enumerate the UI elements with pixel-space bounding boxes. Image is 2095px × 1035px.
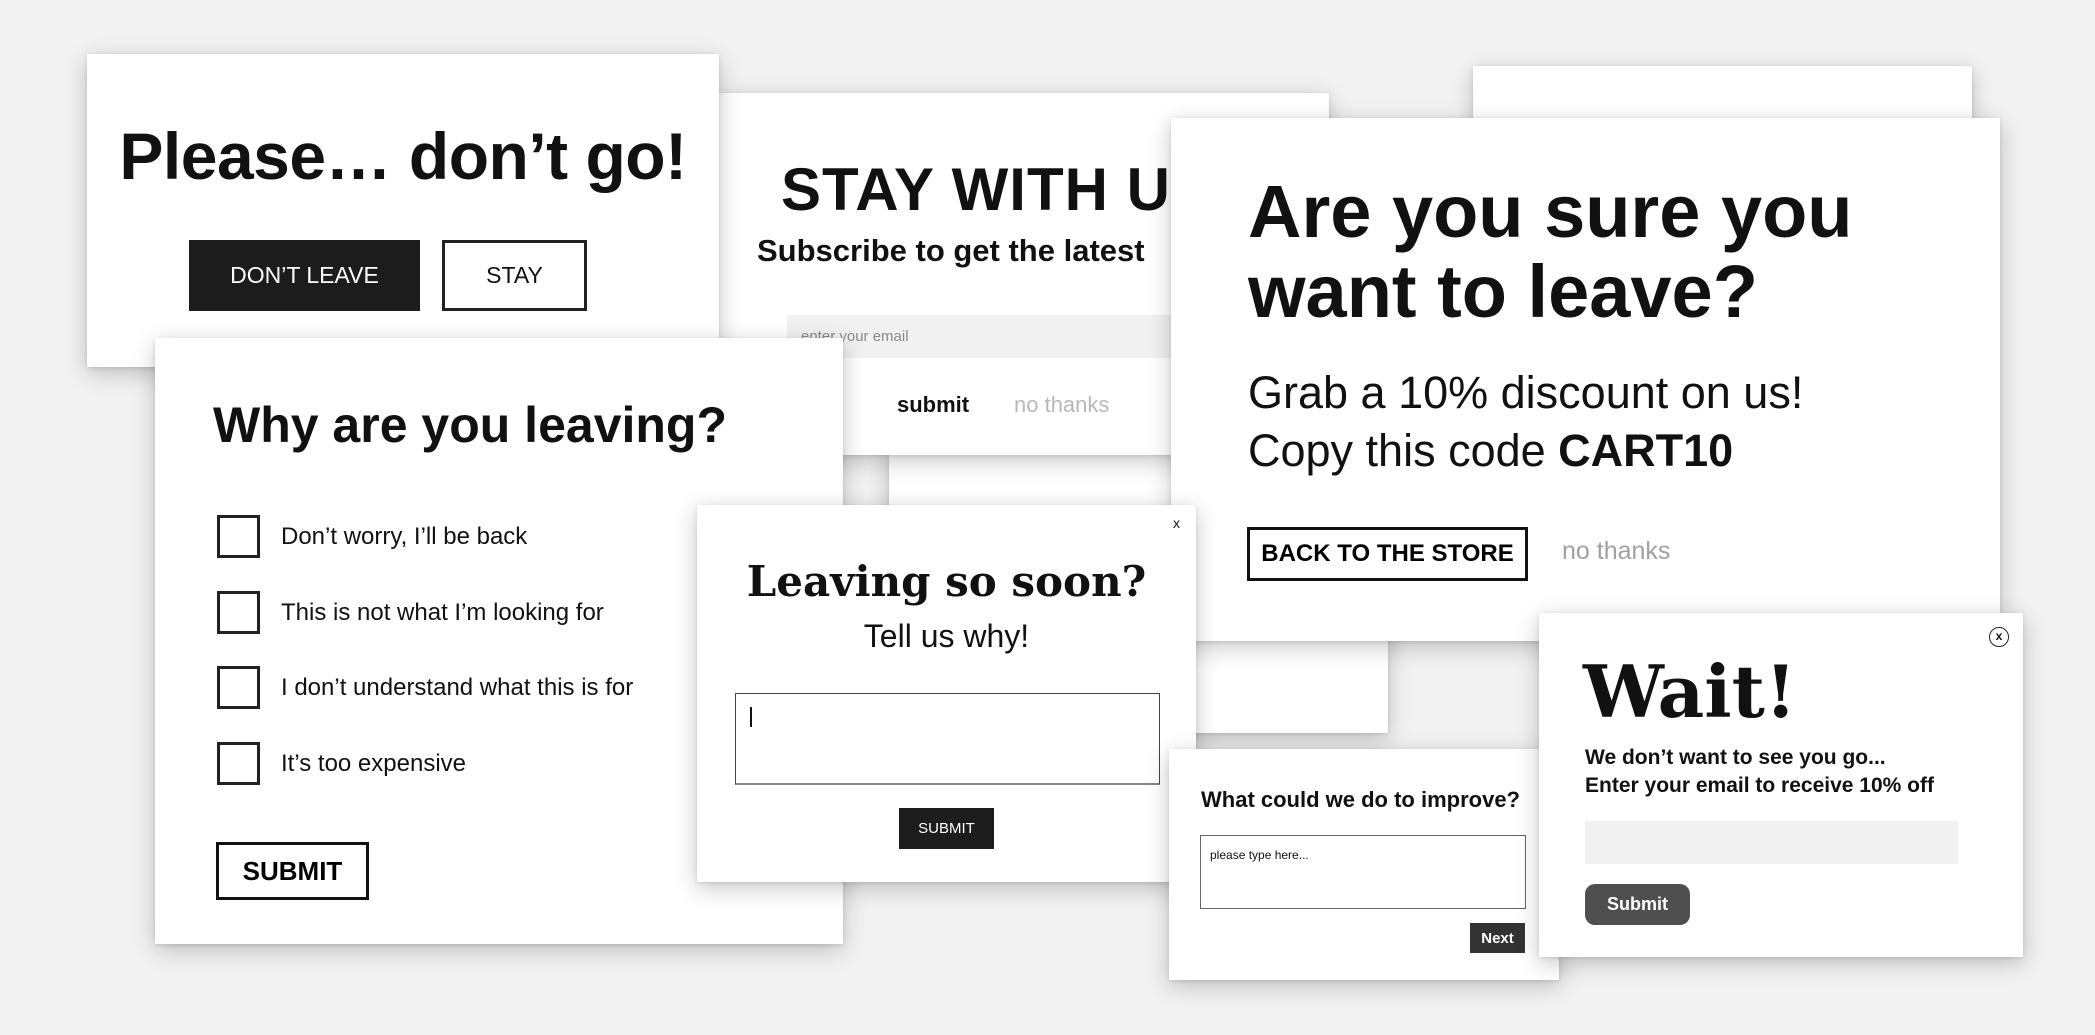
no-thanks-link[interactable]: no thanks — [1562, 537, 1670, 566]
reason-option[interactable]: It’s too expensive — [217, 742, 466, 785]
close-circle-icon[interactable]: x — [1989, 627, 2009, 647]
next-button[interactable]: Next — [1470, 923, 1525, 953]
reason-option[interactable]: This is not what I’m looking for — [217, 591, 604, 634]
reason-checkbox[interactable] — [217, 515, 260, 558]
popup-title: Wait! — [1583, 649, 1797, 734]
close-icon[interactable]: x — [1173, 515, 1180, 531]
reason-label: This is not what I’m looking for — [281, 598, 604, 626]
popup-title: What could we do to improve? — [1201, 787, 1520, 812]
reason-option[interactable]: I don’t understand what this is for — [217, 666, 633, 709]
popup-title: Please… don’t go! — [119, 119, 687, 193]
stay-button[interactable]: STAY — [442, 240, 587, 311]
leaving-so-soon-popup: x Leaving so soon? Tell us why! SUBMIT — [697, 505, 1196, 882]
title-line: Are you sure you — [1248, 170, 1853, 253]
feedback-textarea[interactable] — [735, 693, 1160, 785]
reason-label: Don’t worry, I’ll be back — [281, 522, 528, 550]
discount-code: CART10 — [1558, 425, 1734, 476]
text-cursor — [750, 707, 752, 727]
are-you-sure-popup: Are you sure you want to leave? Grab a 1… — [1171, 118, 2000, 641]
email-input[interactable] — [1585, 821, 1958, 864]
offer-line: Copy this code CART10 — [1248, 422, 1803, 480]
offer-prefix: Copy this code — [1248, 425, 1559, 476]
discount-offer: Grab a 10% discount on us! Copy this cod… — [1248, 364, 1803, 480]
reason-option[interactable]: Don’t worry, I’ll be back — [217, 515, 527, 558]
offer-line: Grab a 10% discount on us! — [1248, 367, 1804, 418]
improve-feedback-popup: x What could we do to improve? Next — [1169, 749, 1559, 980]
wait-popup: x Wait! We don’t want to see you go... E… — [1539, 613, 2023, 957]
reason-checkbox[interactable] — [217, 666, 260, 709]
popup-subtitle: Tell us why! — [863, 618, 1030, 654]
submit-button[interactable]: SUBMIT — [899, 808, 994, 849]
improve-textarea[interactable] — [1200, 835, 1526, 909]
popup-title: Why are you leaving? — [213, 397, 728, 453]
reason-checkbox[interactable] — [217, 742, 260, 785]
reason-checkbox[interactable] — [217, 591, 260, 634]
please-dont-go-popup: Please… don’t go! DON’T LEAVE STAY — [87, 54, 719, 367]
popup-subtitle: Subscribe to get the latest — [757, 233, 1145, 268]
submit-button[interactable]: Submit — [1585, 884, 1690, 925]
popup-title: STAY WITH US — [781, 156, 1212, 223]
dont-leave-button[interactable]: DON’T LEAVE — [189, 240, 420, 311]
background-popup-card — [1473, 66, 1972, 126]
reason-label: It’s too expensive — [281, 749, 467, 777]
title-line: want to leave? — [1248, 250, 1758, 333]
popup-title: Are you sure you want to leave? — [1248, 172, 1853, 332]
submit-button[interactable]: SUBMIT — [216, 842, 369, 900]
back-to-store-button[interactable]: BACK TO THE STORE — [1247, 527, 1528, 581]
submit-link[interactable]: submit — [897, 392, 969, 418]
popup-message: We don’t want to see you go... — [1585, 746, 1886, 769]
popup-title: Leaving so soon? — [746, 557, 1147, 606]
popup-message: Enter your email to receive 10% off — [1585, 774, 1934, 797]
no-thanks-link[interactable]: no thanks — [1014, 392, 1109, 418]
reason-label: I don’t understand what this is for — [281, 673, 634, 701]
